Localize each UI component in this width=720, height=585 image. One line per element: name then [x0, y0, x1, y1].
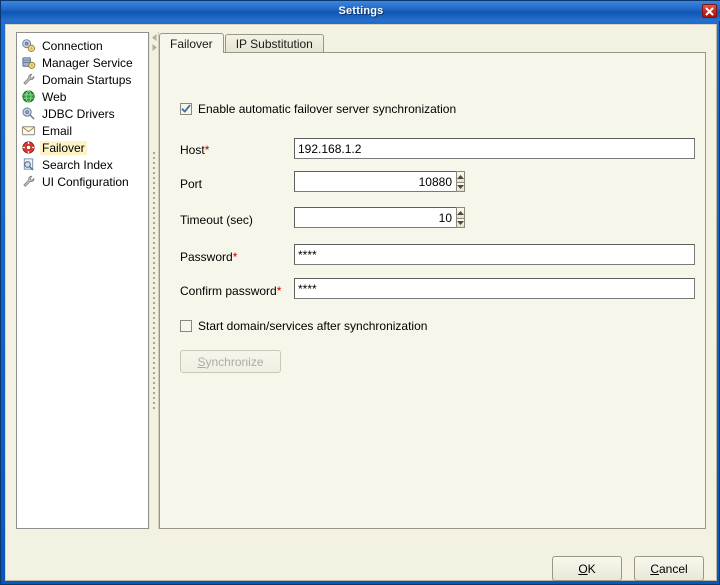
timeout-spinner[interactable]	[294, 207, 465, 228]
gear-plug-icon	[20, 106, 36, 122]
caret-up-icon	[457, 210, 464, 215]
sidebar-item-failover[interactable]: Failover	[20, 139, 148, 156]
close-x-icon	[705, 7, 714, 15]
timeout-input[interactable]	[294, 207, 456, 228]
timeout-spinner-down-button[interactable]	[456, 217, 465, 228]
tab-label: Failover	[170, 36, 213, 51]
tab-label: IP Substitution	[235, 36, 313, 51]
lifebuoy-icon	[20, 140, 36, 156]
port-spinner[interactable]	[294, 171, 465, 192]
failover-settings-pane: Failover IP Substitution Enable automati…	[159, 32, 706, 529]
tab-ip-substitution[interactable]: IP Substitution	[224, 34, 324, 52]
sidebar-item-domain-startups[interactable]: Domain Startups	[20, 71, 148, 88]
sidebar-item-label: Connection	[42, 38, 103, 53]
timeout-spinner-buttons	[456, 207, 465, 228]
sidebar-item-ui-configuration[interactable]: UI Configuration	[20, 173, 148, 190]
tab-strip: Failover IP Substitution	[159, 32, 706, 54]
wrench-icon	[20, 174, 36, 190]
sidebar-item-label: Web	[42, 89, 67, 104]
settings-window: Settings Connection Manager Service Doma…	[0, 0, 720, 585]
close-button[interactable]	[702, 4, 717, 18]
confirm-password-input[interactable]	[294, 278, 695, 299]
triangle-right-icon	[152, 44, 157, 51]
tree-root: Connection Manager Service Domain Startu…	[17, 33, 148, 190]
ok-button[interactable]: OK	[552, 556, 622, 581]
divider-grip	[153, 152, 155, 412]
port-label: Port	[180, 177, 202, 191]
sidebar-item-web[interactable]: Web	[20, 88, 148, 105]
sidebar-item-jdbc-drivers[interactable]: JDBC Drivers	[20, 105, 148, 122]
port-input[interactable]	[294, 171, 456, 192]
timeout-label-text: Timeout (sec)	[180, 213, 253, 227]
sidebar-item-label: UI Configuration	[42, 174, 129, 189]
globe-icon	[20, 89, 36, 105]
host-required-marker: *	[204, 143, 210, 157]
wrench-icon	[20, 72, 36, 88]
start-domain-checkbox-row[interactable]: Start domain/services after synchronizat…	[180, 319, 427, 333]
ok-label: K	[587, 561, 596, 576]
title-bar: Settings	[1, 1, 720, 21]
sidebar-item-label: JDBC Drivers	[42, 106, 115, 121]
gears-icon	[20, 38, 36, 54]
sidebar-item-connection[interactable]: Connection	[20, 37, 148, 54]
database-gear-icon	[20, 55, 36, 71]
magnifier-doc-icon	[20, 157, 36, 173]
password-required-marker: *	[232, 250, 238, 264]
sidebar-item-manager-service[interactable]: Manager Service	[20, 54, 148, 71]
caret-down-icon	[457, 184, 464, 189]
confirm-password-required-marker: *	[276, 284, 282, 298]
synchronize-label: ynchronize	[205, 354, 264, 369]
password-input[interactable]	[294, 244, 695, 265]
cancel-mnemonic: C	[650, 561, 659, 576]
confirm-password-label-text: Confirm password	[180, 284, 277, 298]
collapse-left-button[interactable]	[151, 33, 158, 42]
sidebar-item-label: Search Index	[42, 157, 113, 172]
host-label: Host*	[180, 143, 209, 157]
enable-failover-label: Enable automatic failover server synchro…	[198, 102, 457, 116]
checkbox-unchecked-icon[interactable]	[180, 320, 192, 332]
confirm-password-label: Confirm password*	[180, 284, 281, 298]
port-spinner-buttons	[456, 171, 465, 192]
host-label-text: Host	[180, 143, 205, 157]
checkbox-checked-icon[interactable]	[180, 103, 192, 115]
start-domain-label: Start domain/services after synchronizat…	[198, 319, 428, 333]
collapse-right-button[interactable]	[151, 43, 158, 52]
caret-down-icon	[457, 220, 464, 225]
envelope-icon	[20, 123, 36, 139]
cancel-button[interactable]: Cancel	[634, 556, 704, 581]
synchronize-mnemonic: S	[197, 354, 206, 369]
sidebar-item-label: Failover	[40, 140, 87, 155]
sidebar-item-label: Manager Service	[42, 55, 133, 70]
cancel-label: ancel	[658, 561, 688, 576]
tab-failover[interactable]: Failover	[159, 33, 224, 54]
port-spinner-down-button[interactable]	[456, 181, 465, 192]
dialog-content: Connection Manager Service Domain Startu…	[5, 24, 717, 581]
sidebar-item-label: Domain Startups	[42, 72, 132, 87]
triangle-left-icon	[152, 34, 157, 41]
port-label-text: Port	[180, 177, 203, 191]
timeout-label: Timeout (sec)	[180, 213, 253, 227]
caret-up-icon	[457, 174, 464, 179]
dialog-footer: OK Cancel	[6, 535, 718, 581]
failover-tab-panel: Enable automatic failover server synchro…	[159, 52, 706, 529]
password-label: Password*	[180, 250, 237, 264]
ok-mnemonic: O	[578, 561, 588, 576]
enable-failover-checkbox-row[interactable]: Enable automatic failover server synchro…	[180, 102, 456, 116]
settings-category-list: Connection Manager Service Domain Startu…	[16, 32, 149, 529]
timeout-spinner-up-button[interactable]	[456, 207, 465, 218]
password-label-text: Password	[180, 250, 233, 264]
split-pane-divider[interactable]	[149, 32, 159, 529]
host-input[interactable]	[294, 138, 695, 159]
synchronize-button[interactable]: Synchronize	[180, 350, 281, 373]
sidebar-item-search-index[interactable]: Search Index	[20, 156, 148, 173]
window-title: Settings	[338, 5, 384, 17]
sidebar-item-label: Email	[42, 123, 73, 138]
sidebar-item-email[interactable]: Email	[20, 122, 148, 139]
port-spinner-up-button[interactable]	[456, 171, 465, 182]
